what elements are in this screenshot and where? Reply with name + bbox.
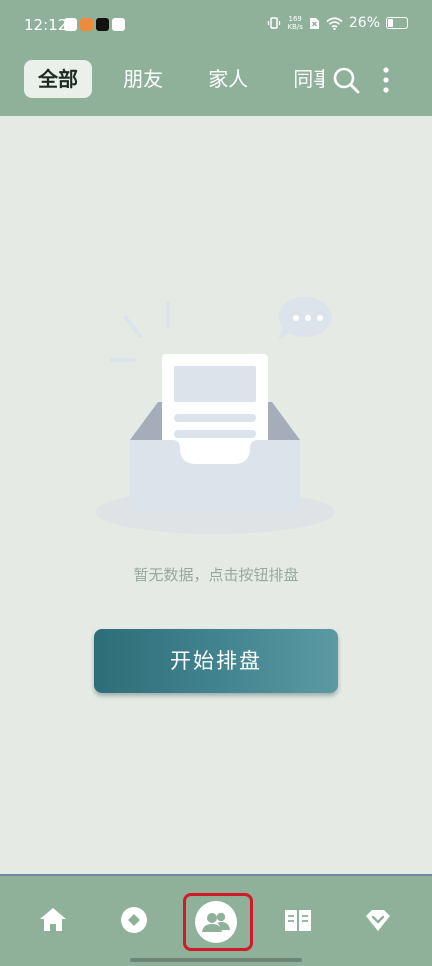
vibrate-icon <box>268 17 281 29</box>
selection-highlight <box>183 893 253 951</box>
home-indicator <box>130 958 302 962</box>
empty-state-message: 暂无数据，点击按钮排盘 <box>133 566 299 584</box>
status-right: 169 KB/s 26% <box>267 15 408 31</box>
tab-colleagues[interactable]: 同事 <box>279 60 324 98</box>
no-sim-icon <box>309 17 319 29</box>
status-time: 12:12 <box>24 16 68 34</box>
home-icon <box>40 908 66 931</box>
search-button[interactable] <box>332 66 360 94</box>
tab-all[interactable]: 全部 <box>24 60 92 98</box>
more-options-button[interactable] <box>378 66 394 94</box>
heart-diamond-icon <box>366 910 390 931</box>
message-notification-icon <box>64 18 77 31</box>
app-notification-icon <box>80 18 93 31</box>
tiktok-notification-icon <box>96 18 109 31</box>
net-speed-unit: KB/s <box>287 23 303 31</box>
category-tabs: 全部 朋友 家人 同事 <box>24 60 324 100</box>
network-speed: 169 KB/s <box>287 15 302 31</box>
calendar-notification-icon <box>112 18 125 31</box>
start-chart-button[interactable]: 开始排盘 <box>94 629 338 693</box>
nav-profile[interactable] <box>358 900 398 940</box>
wifi-icon <box>326 16 343 30</box>
header: 12:12 169 KB/s 26% 全部 朋友 家人 同事 <box>0 0 432 116</box>
nav-home[interactable] <box>33 900 73 940</box>
notification-icons <box>64 18 125 31</box>
more-vertical-icon <box>383 67 389 93</box>
tab-friends[interactable]: 朋友 <box>109 60 177 98</box>
nav-discover[interactable] <box>114 900 154 940</box>
tab-family[interactable]: 家人 <box>194 60 262 98</box>
empty-inbox-illustration <box>95 296 335 534</box>
book-icon <box>285 910 311 931</box>
battery-icon <box>386 17 408 29</box>
search-icon <box>333 67 360 94</box>
nav-book[interactable] <box>278 900 318 940</box>
compass-icon <box>121 907 147 933</box>
net-speed-value: 169 <box>288 15 302 23</box>
battery-percent: 26% <box>348 15 380 31</box>
status-bar: 12:12 169 KB/s 26% <box>0 0 432 52</box>
